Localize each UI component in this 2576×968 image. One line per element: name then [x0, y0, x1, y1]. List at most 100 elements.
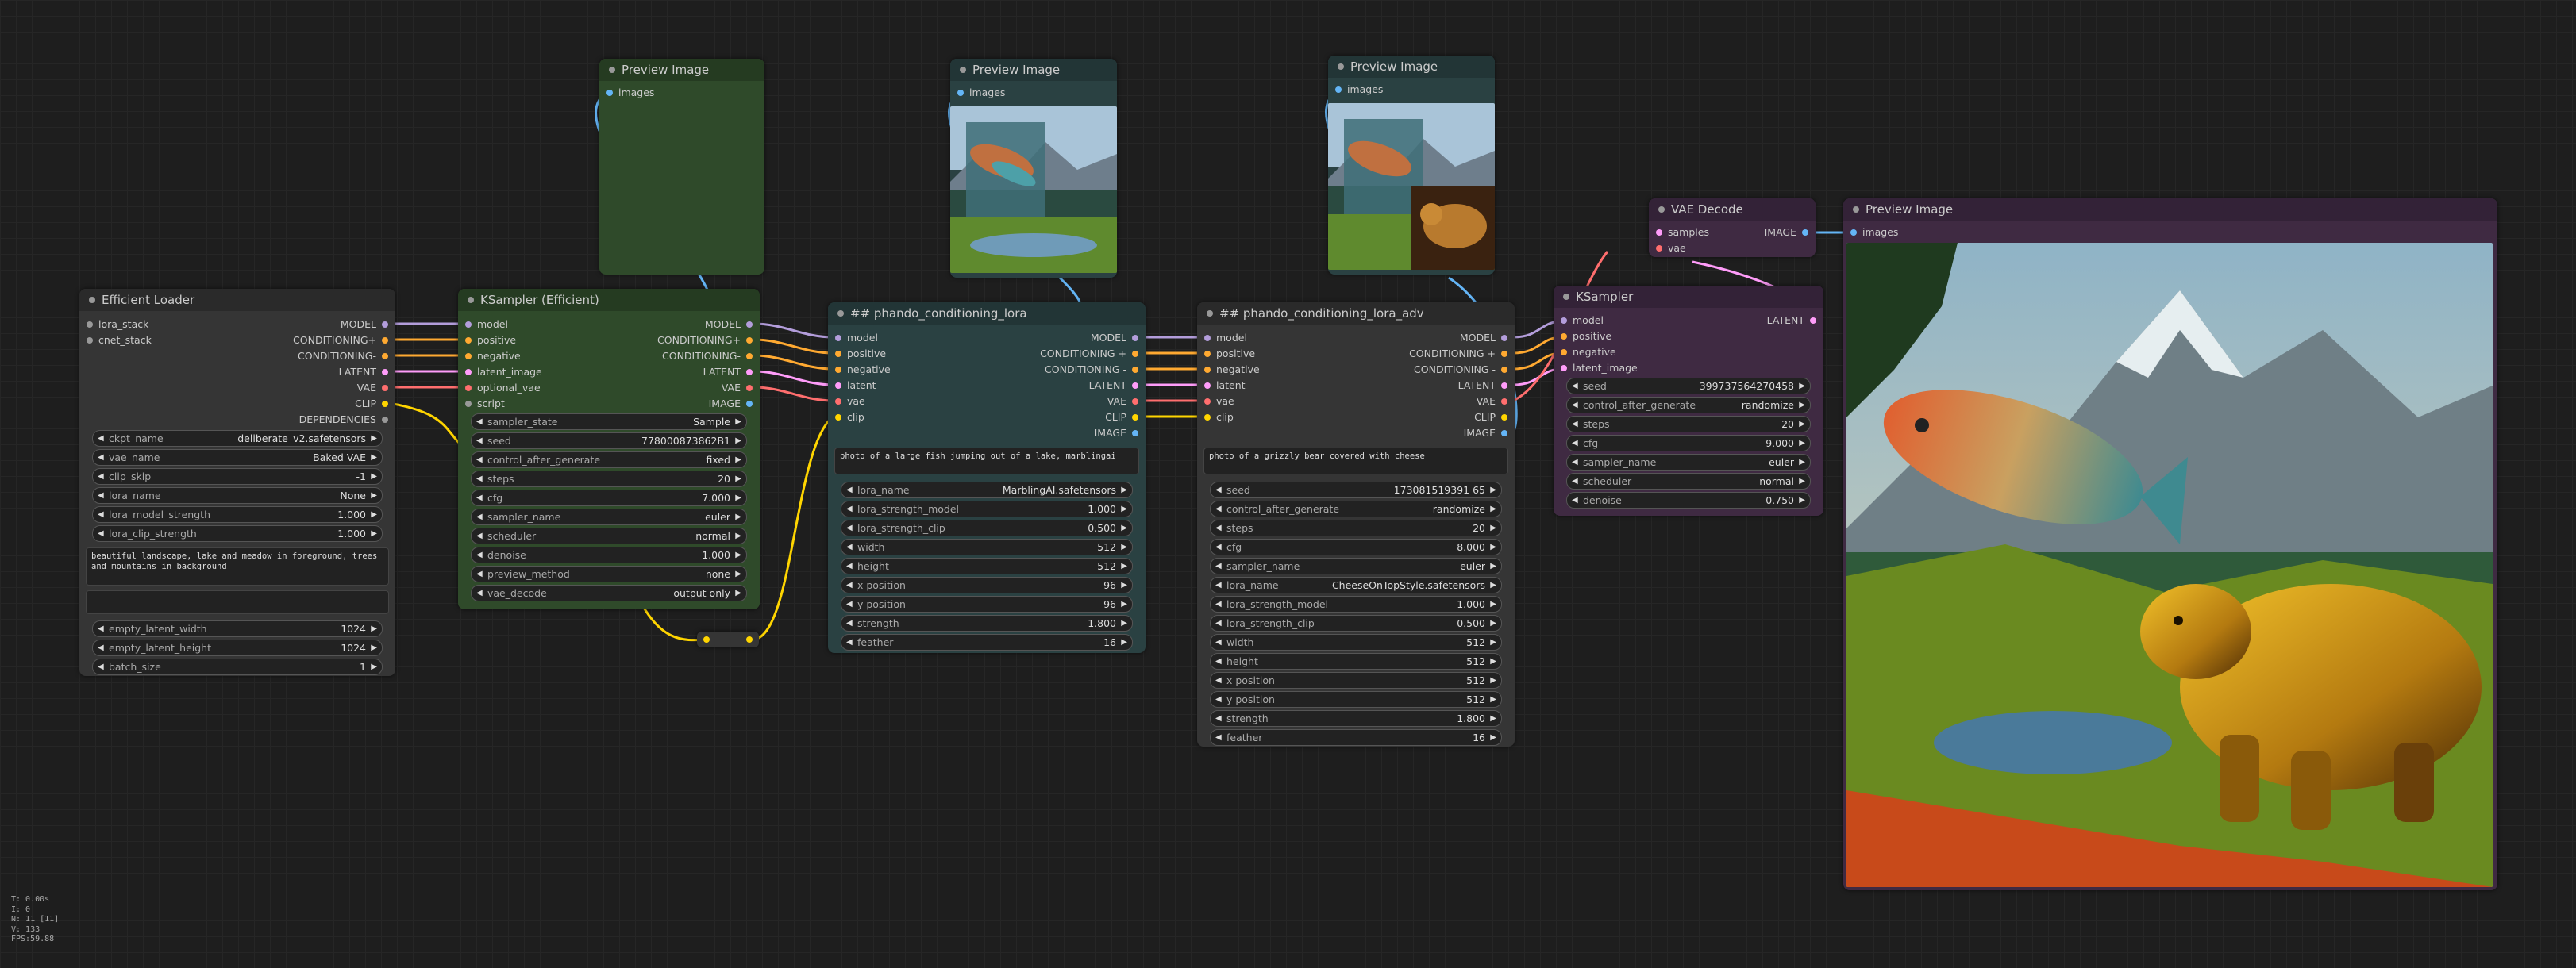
- reroute-input-pin-icon[interactable]: [703, 636, 710, 643]
- output-pin-icon[interactable]: [382, 417, 388, 423]
- widget-vae-decode[interactable]: ◀ vae_decode output only ▶: [471, 585, 747, 601]
- increment-arrow-icon[interactable]: ▶: [1799, 436, 1805, 451]
- increment-arrow-icon[interactable]: ▶: [1490, 501, 1496, 517]
- decrement-arrow-icon[interactable]: ◀: [1572, 493, 1578, 508]
- widget-lora-strength-clip[interactable]: ◀ lora_strength_clip 0.500 ▶: [841, 520, 1133, 536]
- input-pin-icon[interactable]: [1850, 229, 1857, 236]
- output-pin-icon[interactable]: [382, 385, 388, 391]
- reroute-node[interactable]: [697, 632, 759, 647]
- increment-arrow-icon[interactable]: ▶: [1799, 378, 1805, 394]
- input-script[interactable]: script: [465, 397, 505, 411]
- widget-cfg[interactable]: ◀ cfg 9.000 ▶: [1566, 435, 1811, 451]
- output-pin-icon[interactable]: [746, 321, 753, 328]
- input-latent[interactable]: latent: [1204, 378, 1246, 393]
- widget-seed[interactable]: ◀ seed 778000873862B1 ▶: [471, 432, 747, 449]
- decrement-arrow-icon[interactable]: ◀: [1215, 654, 1222, 669]
- decrement-arrow-icon[interactable]: ◀: [476, 414, 483, 429]
- decrement-arrow-icon[interactable]: ◀: [1215, 520, 1222, 536]
- decrement-arrow-icon[interactable]: ◀: [1572, 436, 1578, 451]
- decrement-arrow-icon[interactable]: ◀: [1215, 578, 1222, 593]
- decrement-arrow-icon[interactable]: ◀: [98, 431, 104, 446]
- output-pin-icon[interactable]: [1501, 335, 1507, 341]
- increment-arrow-icon[interactable]: ▶: [1490, 711, 1496, 726]
- preview-image-node-3[interactable]: Preview Image images: [1328, 56, 1495, 275]
- collapse-dot-icon[interactable]: [837, 310, 844, 317]
- output-latent[interactable]: LATENT: [1767, 313, 1816, 328]
- output-conditioning-neg[interactable]: CONDITIONING -: [1414, 363, 1507, 377]
- input-images[interactable]: images: [1335, 83, 1383, 97]
- widget-x-position[interactable]: ◀ x position 512 ▶: [1210, 672, 1502, 689]
- output-pin-icon[interactable]: [382, 353, 388, 359]
- output-pin-icon[interactable]: [1501, 367, 1507, 373]
- output-pin-icon[interactable]: [1132, 398, 1138, 405]
- input-pin-icon[interactable]: [835, 398, 841, 405]
- input-pin-icon[interactable]: [465, 401, 472, 407]
- increment-arrow-icon[interactable]: ▶: [371, 450, 377, 465]
- increment-arrow-icon[interactable]: ▶: [1490, 578, 1496, 593]
- output-clip[interactable]: CLIP: [355, 397, 388, 411]
- widget-control-after-generate[interactable]: ◀ control_after_generate fixed ▶: [471, 451, 747, 468]
- decrement-arrow-icon[interactable]: ◀: [476, 509, 483, 524]
- decrement-arrow-icon[interactable]: ◀: [1215, 559, 1222, 574]
- decrement-arrow-icon[interactable]: ◀: [1215, 635, 1222, 650]
- input-model[interactable]: model: [835, 331, 878, 345]
- output-conditioning-pos[interactable]: CONDITIONING+: [657, 333, 753, 348]
- increment-arrow-icon[interactable]: ▶: [371, 640, 377, 655]
- input-negative[interactable]: negative: [1204, 363, 1260, 377]
- output-pin-icon[interactable]: [382, 321, 388, 328]
- preview-image-node-2[interactable]: Preview Image images: [950, 59, 1117, 278]
- decrement-arrow-icon[interactable]: ◀: [846, 540, 853, 555]
- widget-steps[interactable]: ◀ steps 20 ▶: [1210, 520, 1502, 536]
- output-pin-icon[interactable]: [1132, 351, 1138, 357]
- decrement-arrow-icon[interactable]: ◀: [476, 586, 483, 601]
- increment-arrow-icon[interactable]: ▶: [1121, 482, 1127, 497]
- node-title[interactable]: ## phando_conditioning_lora: [828, 302, 1146, 325]
- increment-arrow-icon[interactable]: ▶: [1490, 597, 1496, 612]
- increment-arrow-icon[interactable]: ▶: [371, 488, 377, 503]
- negative-prompt-textarea[interactable]: [86, 590, 389, 614]
- decrement-arrow-icon[interactable]: ◀: [98, 659, 104, 674]
- decrement-arrow-icon[interactable]: ◀: [1215, 540, 1222, 555]
- increment-arrow-icon[interactable]: ▶: [735, 528, 741, 544]
- input-pin-icon[interactable]: [1561, 317, 1567, 324]
- input-lora-stack[interactable]: lora_stack: [87, 317, 148, 332]
- output-pin-icon[interactable]: [1802, 229, 1808, 236]
- input-pin-icon[interactable]: [1204, 367, 1211, 373]
- decrement-arrow-icon[interactable]: ◀: [1572, 455, 1578, 470]
- widget-lora-strength-clip[interactable]: ◀ lora_strength_clip 0.500 ▶: [1210, 615, 1502, 632]
- node-title[interactable]: ## phando_conditioning_lora_adv: [1197, 302, 1515, 325]
- output-latent[interactable]: LATENT: [339, 365, 388, 379]
- preview-image-fish[interactable]: [950, 106, 1117, 273]
- decrement-arrow-icon[interactable]: ◀: [98, 621, 104, 636]
- input-model[interactable]: model: [465, 317, 508, 332]
- widget-empty-latent-width[interactable]: ◀ empty_latent_width 1024 ▶: [92, 620, 383, 637]
- output-pin-icon[interactable]: [1501, 398, 1507, 405]
- output-clip[interactable]: CLIP: [1105, 410, 1138, 424]
- decrement-arrow-icon[interactable]: ◀: [98, 640, 104, 655]
- input-pin-icon[interactable]: [87, 337, 93, 344]
- preview-image-node-1[interactable]: Preview Image images: [599, 59, 764, 275]
- input-vae[interactable]: vae: [1204, 394, 1234, 409]
- input-pin-icon[interactable]: [835, 335, 841, 341]
- widget-height[interactable]: ◀ height 512 ▶: [841, 558, 1133, 574]
- input-optional-vae[interactable]: optional_vae: [465, 381, 541, 395]
- output-pin-icon[interactable]: [382, 369, 388, 375]
- decrement-arrow-icon[interactable]: ◀: [846, 520, 853, 536]
- decrement-arrow-icon[interactable]: ◀: [846, 501, 853, 517]
- collapse-dot-icon[interactable]: [1338, 63, 1344, 70]
- output-vae[interactable]: VAE: [1107, 394, 1138, 409]
- decrement-arrow-icon[interactable]: ◀: [846, 597, 853, 612]
- output-latent[interactable]: LATENT: [1089, 378, 1138, 393]
- input-pin-icon[interactable]: [1204, 414, 1211, 421]
- input-pin-icon[interactable]: [465, 337, 472, 344]
- widget-y-position[interactable]: ◀ y position 96 ▶: [841, 596, 1133, 613]
- output-pin-icon[interactable]: [1132, 430, 1138, 436]
- increment-arrow-icon[interactable]: ▶: [1490, 616, 1496, 631]
- decrement-arrow-icon[interactable]: ◀: [1215, 482, 1222, 497]
- widget-steps[interactable]: ◀ steps 20 ▶: [471, 471, 747, 487]
- input-images[interactable]: images: [957, 86, 1005, 100]
- input-vae[interactable]: vae: [1656, 241, 1686, 255]
- input-pin-icon[interactable]: [87, 321, 93, 328]
- input-pin-icon[interactable]: [1204, 382, 1211, 389]
- increment-arrow-icon[interactable]: ▶: [735, 452, 741, 467]
